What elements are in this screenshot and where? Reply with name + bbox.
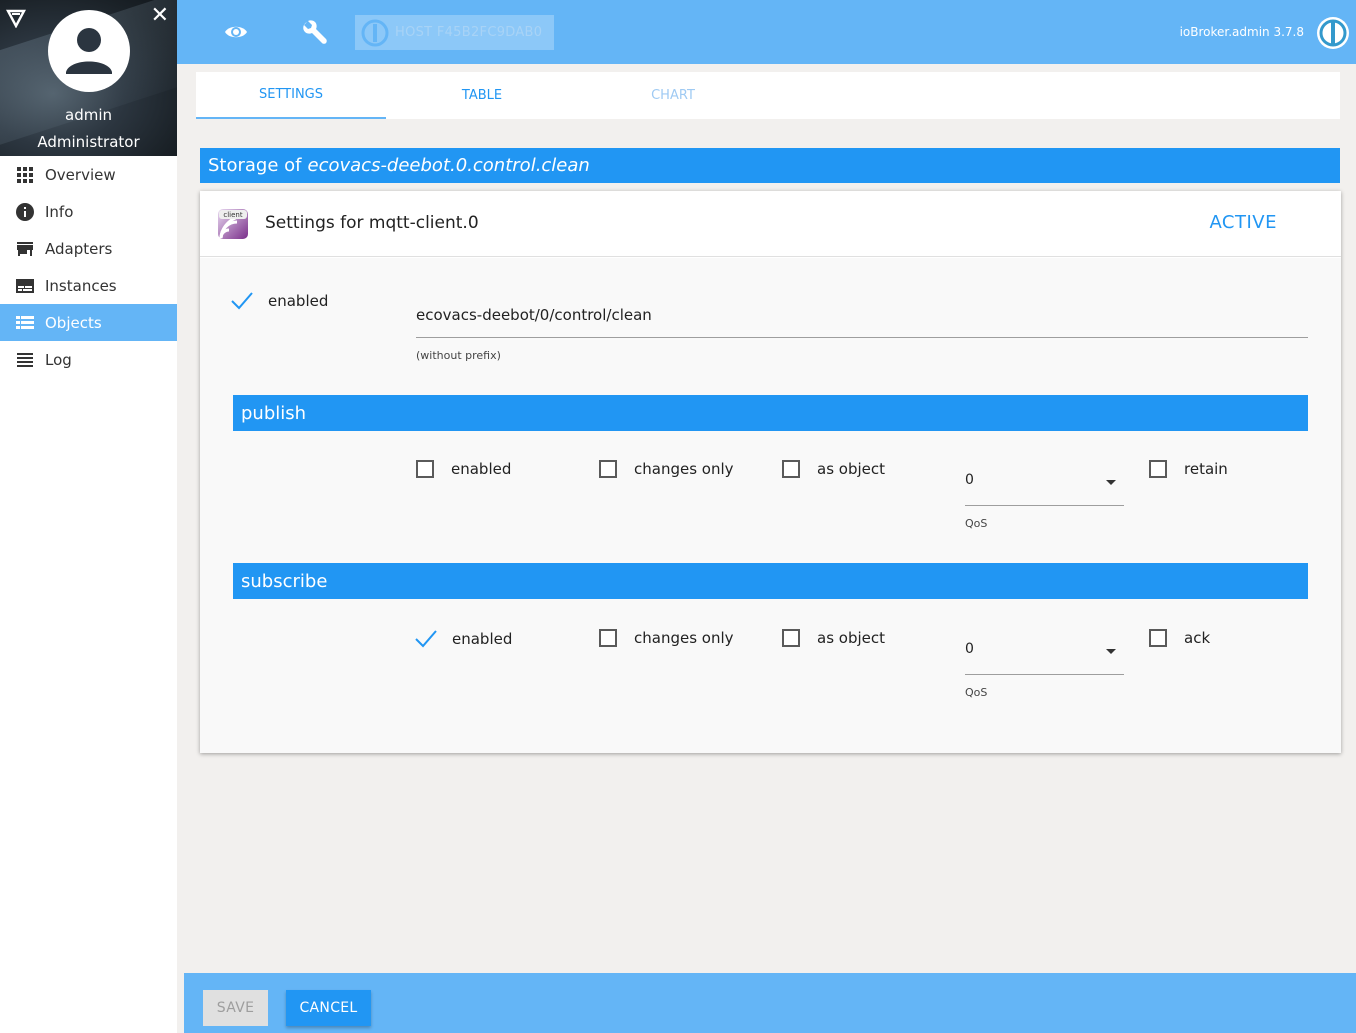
select-value: 0 xyxy=(965,472,974,488)
close-sidebar-icon[interactable]: ✕ xyxy=(151,4,169,28)
storage-prefix: Storage of xyxy=(208,155,302,176)
checkbox-icon xyxy=(599,629,617,647)
user-avatar-icon xyxy=(53,15,125,87)
checkbox-icon xyxy=(1149,629,1167,647)
sidebar-item-label: Info xyxy=(45,202,74,221)
admin-version: ioBroker.admin 3.7.8 xyxy=(1179,25,1304,39)
eye-icon[interactable] xyxy=(223,20,249,44)
mqtt-client-adapter-icon: client xyxy=(218,209,248,239)
iobroker-logo-icon xyxy=(1317,17,1349,49)
sidebar-item-label: Objects xyxy=(45,313,102,332)
tab-bar: SETTINGS TABLE CHART xyxy=(196,72,1340,119)
checkbox-label: enabled xyxy=(452,630,513,648)
publish-section-header: publish xyxy=(233,395,1308,431)
avatar[interactable] xyxy=(48,10,130,92)
publish-as-object-checkbox[interactable]: as object xyxy=(782,460,885,478)
card-title: Settings for mqtt-client.0 xyxy=(265,213,479,233)
user-profile-header: ✕ admin Administrator xyxy=(0,0,177,156)
cancel-button[interactable]: CANCEL xyxy=(286,990,371,1026)
qos-label: QoS xyxy=(965,517,988,530)
qos-label: QoS xyxy=(965,686,988,699)
host-label: HOST F45B2FC9DAB0 xyxy=(395,25,543,40)
sidebar-item-label: Adapters xyxy=(45,239,113,258)
card-header: client Settings for mqtt-client.0 ACTIVE xyxy=(200,191,1341,257)
iobroker-triangle-logo-icon[interactable] xyxy=(6,8,26,28)
dropdown-arrow-icon xyxy=(1106,649,1116,654)
checkbox-icon xyxy=(782,460,800,478)
checkbox-icon xyxy=(1149,460,1167,478)
storage-header: Storage of ecovacs-deebot.0.control.clea… xyxy=(200,148,1340,183)
subscribe-section-header: subscribe xyxy=(233,563,1308,599)
tab-settings[interactable]: SETTINGS xyxy=(196,72,386,119)
host-selector[interactable]: HOST F45B2FC9DAB0 xyxy=(355,15,554,50)
bottom-action-bar: SAVE CANCEL xyxy=(184,973,1356,1033)
menu-lines-icon xyxy=(16,351,34,369)
tab-table[interactable]: TABLE xyxy=(387,72,577,119)
checkmark-icon xyxy=(231,292,253,310)
store-icon xyxy=(16,240,34,258)
save-button[interactable]: SAVE xyxy=(203,990,268,1026)
sidebar-item-objects[interactable]: Objects xyxy=(0,304,177,341)
info-icon xyxy=(16,202,34,221)
publish-enabled-checkbox[interactable]: enabled xyxy=(416,460,511,478)
sidebar-item-adapters[interactable]: Adapters xyxy=(0,230,177,267)
checkbox-icon xyxy=(599,460,617,478)
list-icon xyxy=(16,314,34,332)
sidebar-item-label: Instances xyxy=(45,276,117,295)
checkbox-label: enabled xyxy=(451,460,512,478)
instances-icon xyxy=(16,277,34,295)
publish-changes-only-checkbox[interactable]: changes only xyxy=(599,460,734,478)
checkmark-icon xyxy=(415,630,437,648)
sidebar-item-instances[interactable]: Instances xyxy=(0,267,177,304)
storage-object-id: ecovacs-deebot.0.control.clean xyxy=(307,155,590,176)
topic-hint: (without prefix) xyxy=(416,349,501,362)
sidebar: ✕ admin Administrator Overview Info Adap… xyxy=(0,0,177,1033)
svg-text:client: client xyxy=(223,211,242,219)
dropdown-arrow-icon xyxy=(1106,480,1116,485)
apps-grid-icon xyxy=(16,166,34,184)
sidebar-item-label: Overview xyxy=(45,165,116,184)
select-value: 0 xyxy=(965,641,974,657)
checkbox-label: as object xyxy=(817,629,885,647)
settings-card: client Settings for mqtt-client.0 ACTIVE… xyxy=(200,191,1341,753)
enabled-checkbox[interactable]: enabled xyxy=(230,291,328,311)
wrench-icon[interactable] xyxy=(301,20,327,46)
checkbox-label: retain xyxy=(1184,460,1228,478)
tab-chart: CHART xyxy=(651,88,695,103)
user-name: admin xyxy=(65,106,112,124)
checkbox-label: ack xyxy=(1184,629,1211,647)
checkbox-icon xyxy=(782,629,800,647)
card-body: enabled ecovacs-deebot/0/control/clean (… xyxy=(200,258,1341,753)
subscribe-qos-select[interactable]: 0 xyxy=(965,625,1124,675)
subscribe-enabled-checkbox[interactable]: enabled xyxy=(414,629,512,649)
checkbox-label: as object xyxy=(817,460,885,478)
sidebar-item-overview[interactable]: Overview xyxy=(0,156,177,193)
sidebar-item-label: Log xyxy=(45,350,72,369)
top-app-bar: HOST F45B2FC9DAB0 ioBroker.admin 3.7.8 xyxy=(177,0,1356,64)
sidebar-item-log[interactable]: Log xyxy=(0,341,177,378)
topic-input[interactable]: ecovacs-deebot/0/control/clean xyxy=(416,298,1308,338)
subscribe-ack-checkbox[interactable]: ack xyxy=(1149,629,1210,647)
checkbox-label: changes only xyxy=(634,629,734,647)
subscribe-as-object-checkbox[interactable]: as object xyxy=(782,629,885,647)
status-badge: ACTIVE xyxy=(1209,212,1277,233)
user-role: Administrator xyxy=(37,133,140,151)
subscribe-changes-only-checkbox[interactable]: changes only xyxy=(599,629,734,647)
checkbox-icon xyxy=(416,460,434,478)
publish-qos-select[interactable]: 0 xyxy=(965,456,1124,506)
iobroker-logo-icon xyxy=(361,19,389,46)
sidebar-item-info[interactable]: Info xyxy=(0,193,177,230)
enabled-label: enabled xyxy=(268,292,329,310)
publish-retain-checkbox[interactable]: retain xyxy=(1149,460,1228,478)
checkbox-label: changes only xyxy=(634,460,734,478)
